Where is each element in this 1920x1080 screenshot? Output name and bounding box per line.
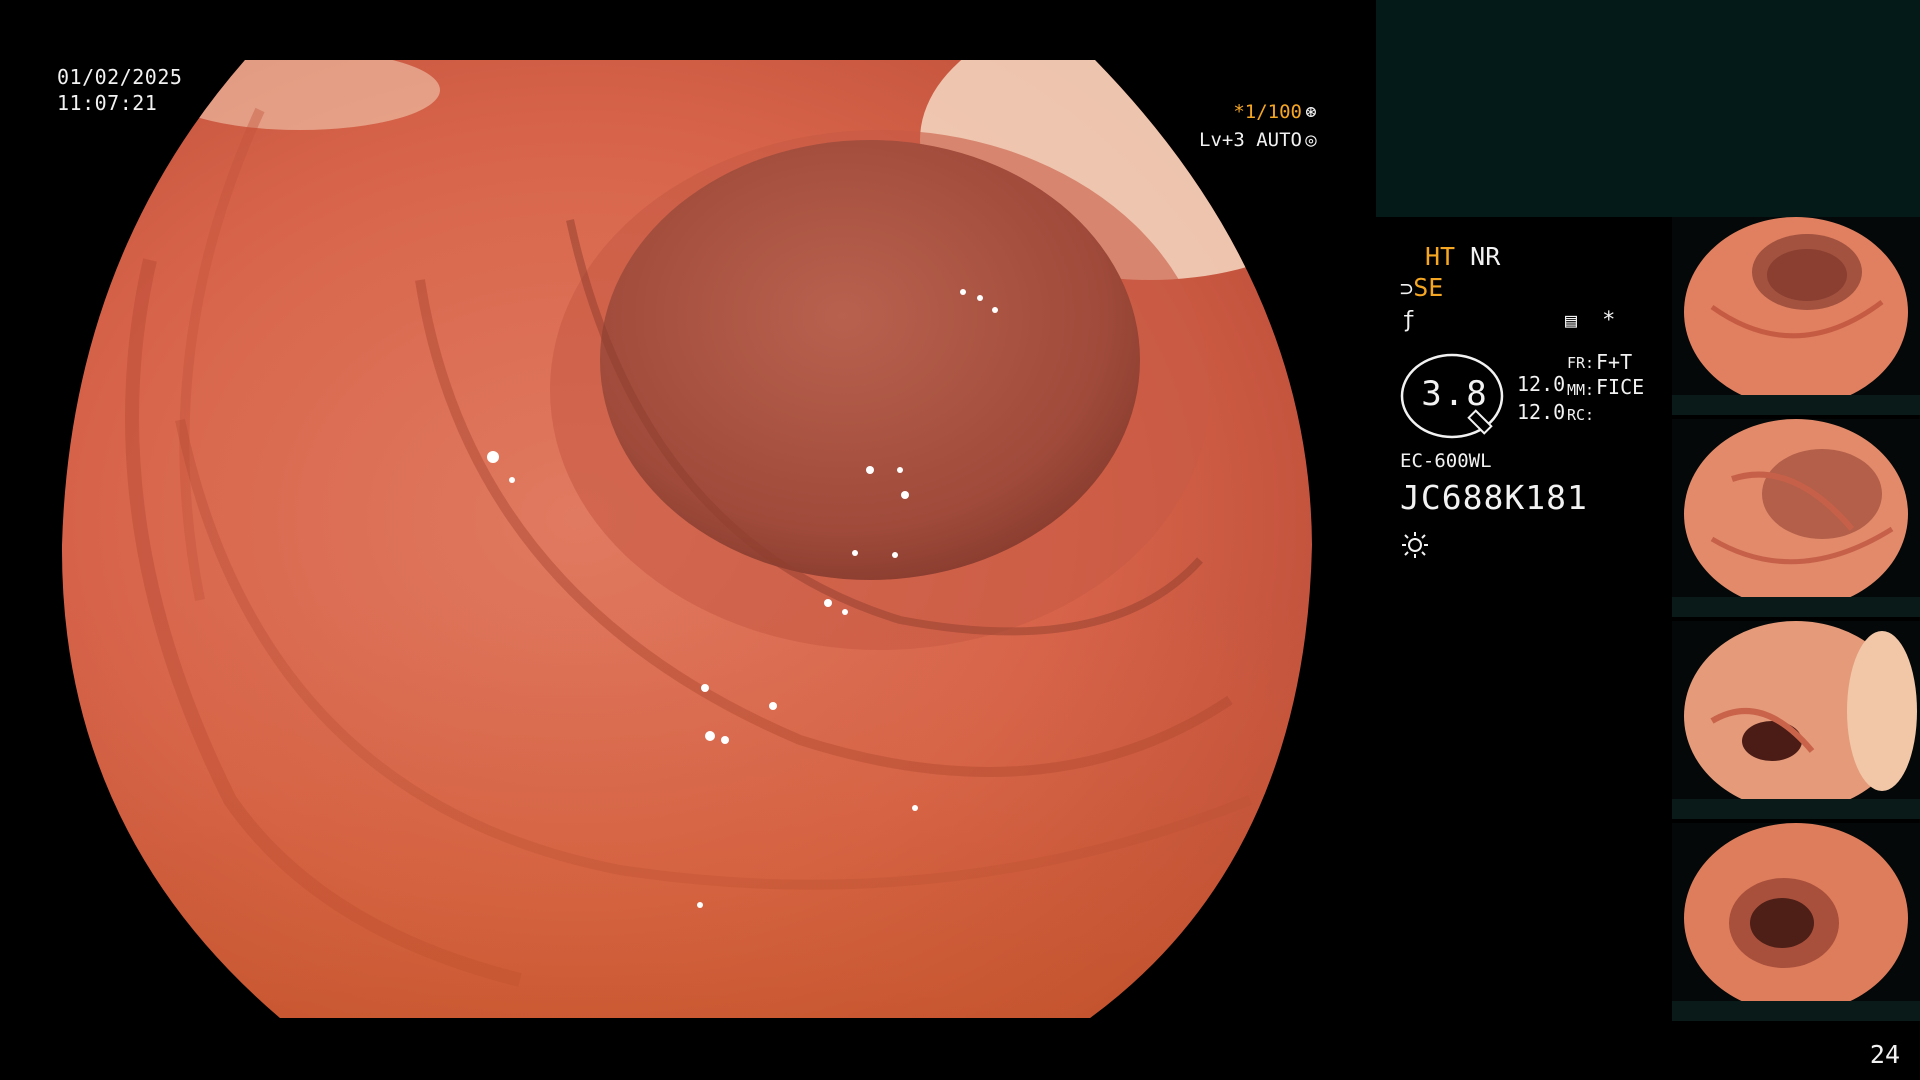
- thumbnail-2[interactable]: [1672, 419, 1920, 617]
- mm-value: FICE: [1596, 375, 1645, 399]
- thumbnail-strip: [1672, 217, 1920, 1021]
- record-icon: ▤: [1565, 308, 1578, 332]
- top-right-panel: [1376, 0, 1920, 217]
- mode-row-1: HT NR: [1425, 242, 1500, 271]
- thumbnail-4[interactable]: [1672, 823, 1920, 1021]
- scope-model: EC-600WL: [1400, 450, 1492, 472]
- fr-value: F+T: [1596, 350, 1633, 374]
- ht-mode: HT: [1425, 242, 1456, 271]
- brightness-level: Lv+3 AUTO: [1199, 129, 1302, 151]
- aperture-icon: ⊛: [1305, 101, 1317, 123]
- mm-key: MM:: [1567, 381, 1595, 399]
- nr-mode: NR: [1470, 242, 1501, 271]
- asterisk-indicator: *: [1602, 308, 1616, 333]
- mode-row-2: ⊃SE: [1400, 273, 1443, 302]
- scope-serial: JC688K181: [1400, 478, 1588, 517]
- zoom-value: 3.8: [1421, 374, 1489, 414]
- date-text: 01/02/2025: [57, 65, 183, 89]
- thumbnail-3[interactable]: [1672, 621, 1920, 819]
- structure-enhance-icon: ⊃: [1400, 277, 1414, 302]
- page-number: 24: [1869, 1040, 1900, 1069]
- shutter-speed: *1/100: [1233, 101, 1302, 123]
- iris-icon: ◎: [1305, 129, 1317, 151]
- main-endoscope-view: 01/02/2025 11:07:21 *1/100 ⊛ Lv+3 AUTO ◎: [0, 0, 1375, 1080]
- time-text: 11:07:21: [57, 91, 158, 115]
- fr-key: FR:: [1567, 354, 1595, 372]
- thumbnail-1[interactable]: [1672, 217, 1920, 415]
- datetime-overlay: 01/02/2025 11:07:21: [57, 64, 182, 116]
- mode-row-4: ▤ *: [1565, 304, 1615, 333]
- param-value-2: 12.0: [1517, 400, 1566, 424]
- camera-status: *1/100 ⊛ Lv+3 AUTO ◎: [1120, 98, 1320, 154]
- endoscopy-screen: 01/02/2025 11:07:21 *1/100 ⊛ Lv+3 AUTO ◎ H…: [0, 0, 1920, 1080]
- endoscope-image: [61, 60, 1313, 1018]
- rc-key: RC:: [1567, 406, 1595, 424]
- light-source-icon: [1402, 532, 1428, 558]
- se-mode: SE: [1413, 273, 1444, 302]
- mode-row-3: ƒ: [1402, 304, 1415, 333]
- param-value-1: 12.0: [1517, 372, 1566, 396]
- color-mode-icon: ƒ: [1402, 308, 1416, 333]
